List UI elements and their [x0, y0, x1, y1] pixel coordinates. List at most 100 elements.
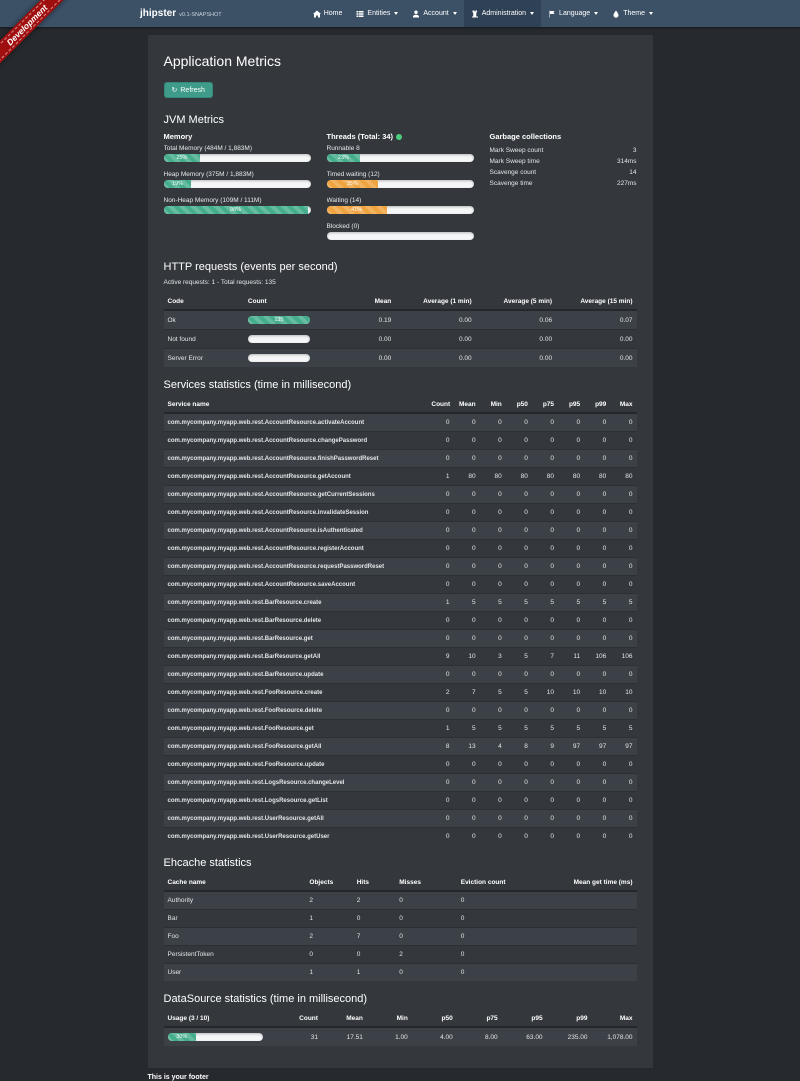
- service-mean: 0: [454, 486, 480, 504]
- service-p95: 80: [558, 468, 584, 486]
- service-p99: 0: [584, 702, 610, 720]
- brand-version: v0.1-SNAPSHOT: [179, 12, 221, 18]
- page-footer: This is your footer: [148, 1074, 653, 1081]
- http-code: Not found: [164, 330, 244, 349]
- service-p50: 5: [506, 594, 532, 612]
- progress-fill: 30%: [168, 1033, 197, 1041]
- jvm-metrics-heading: JVM Metrics: [164, 114, 637, 126]
- service-p99: 106: [584, 648, 610, 666]
- datasource-table-body: 30% 31 17.51 1.00 4.00 8.00 63.00 235.00…: [164, 1027, 637, 1046]
- service-min: 3: [480, 648, 506, 666]
- service-min: 5: [480, 720, 506, 738]
- table-row: com.mycompany.myapp.web.rest.FooResource…: [164, 702, 637, 720]
- service-mean: 0: [454, 810, 480, 828]
- gc-value: 14: [629, 169, 636, 176]
- service-p75: 5: [532, 720, 558, 738]
- service-p95: 0: [558, 504, 584, 522]
- service-name: com.mycompany.myapp.web.rest.UserResourc…: [164, 828, 428, 846]
- progress-value: 135: [274, 317, 283, 323]
- nav-item-administration[interactable]: Administration: [464, 0, 541, 27]
- service-count: 0: [427, 810, 453, 828]
- service-p75: 0: [532, 702, 558, 720]
- service-p99: 0: [584, 810, 610, 828]
- service-name: com.mycompany.myapp.web.rest.FooResource…: [164, 684, 428, 702]
- service-name: com.mycompany.myapp.web.rest.AccountReso…: [164, 576, 428, 594]
- service-p99: 10: [584, 684, 610, 702]
- cache-mean-get-time: [547, 910, 637, 928]
- page-title: Application Metrics: [164, 53, 637, 69]
- table-row: Not found 0.00 0.00 0.00 0.00: [164, 330, 637, 349]
- nav-menu: Home Entities Account Administration Lan…: [306, 0, 660, 27]
- metric-label: Waiting (14): [327, 197, 474, 204]
- metric-label: Runnable 8: [327, 145, 474, 152]
- service-p95: 10: [558, 684, 584, 702]
- service-count: 0: [427, 756, 453, 774]
- brand-link[interactable]: jhipster v0.1-SNAPSHOT: [140, 8, 222, 19]
- nav-item-entities[interactable]: Entities: [349, 0, 405, 27]
- service-mean: 0: [454, 828, 480, 846]
- table-row: User 1 1 0 0: [164, 964, 637, 982]
- service-max: 0: [610, 828, 636, 846]
- thread-dump-icon[interactable]: [396, 134, 402, 140]
- nav-item-account[interactable]: Account: [405, 0, 463, 27]
- ehcache-statistics-heading: Ehcache statistics: [164, 857, 637, 869]
- column-header-p99: p99: [547, 1011, 592, 1027]
- ehcache-table-body: Authority 2 2 0 0 Bar 1 0 0 0: [164, 891, 637, 981]
- service-count: 0: [427, 450, 453, 468]
- service-count: 1: [427, 468, 453, 486]
- column-header-p75: p75: [457, 1011, 502, 1027]
- service-p50: 0: [506, 486, 532, 504]
- service-min: 0: [480, 828, 506, 846]
- table-row: com.mycompany.myapp.web.rest.AccountReso…: [164, 540, 637, 558]
- progress-fill: 25%: [164, 154, 201, 162]
- column-header-mean: Mean: [329, 294, 395, 310]
- service-p99: 80: [584, 468, 610, 486]
- http-count-cell: [244, 330, 329, 349]
- http-count-cell: 135: [244, 310, 329, 330]
- service-min: 5: [480, 684, 506, 702]
- nav-item-theme[interactable]: Theme: [605, 0, 660, 27]
- service-p95: 0: [558, 413, 584, 432]
- http-mean: 0.00: [329, 330, 395, 349]
- service-name: com.mycompany.myapp.web.rest.BarResource…: [164, 594, 428, 612]
- memory-metric: Heap Memory (375M / 1,883M) 19%: [164, 171, 311, 188]
- progress-track: 35%: [327, 180, 474, 188]
- service-name: com.mycompany.myapp.web.rest.BarResource…: [164, 666, 428, 684]
- service-count: 0: [427, 522, 453, 540]
- service-p50: 0: [506, 413, 532, 432]
- table-row: com.mycompany.myapp.web.rest.FooResource…: [164, 720, 637, 738]
- chevron-down-icon: [594, 12, 598, 15]
- service-p75: 0: [532, 432, 558, 450]
- service-max: 0: [610, 576, 636, 594]
- http-avg15: 0.07: [556, 310, 636, 330]
- refresh-button[interactable]: ↻ Refresh: [164, 82, 213, 98]
- cache-evictions: 0: [457, 910, 547, 928]
- service-p50: 8: [506, 738, 532, 756]
- service-p95: 5: [558, 594, 584, 612]
- column-header-avg15: Average (15 min): [556, 294, 636, 310]
- nav-item-home[interactable]: Home: [306, 0, 350, 27]
- service-mean: 5: [454, 720, 480, 738]
- service-max: 0: [610, 810, 636, 828]
- service-p50: 0: [506, 540, 532, 558]
- service-max: 0: [610, 774, 636, 792]
- service-p75: 10: [532, 684, 558, 702]
- service-name: com.mycompany.myapp.web.rest.LogsResourc…: [164, 774, 428, 792]
- progress-track: 98%: [164, 206, 311, 214]
- service-p99: 0: [584, 432, 610, 450]
- progress-value: 19%: [172, 181, 183, 187]
- service-p50: 0: [506, 666, 532, 684]
- nav-item-language[interactable]: Language: [541, 0, 605, 27]
- service-max: 0: [610, 432, 636, 450]
- service-p95: 0: [558, 810, 584, 828]
- service-p50: 0: [506, 702, 532, 720]
- table-header-row: Code Count Mean Average (1 min) Average …: [164, 294, 637, 310]
- service-p50: 0: [506, 630, 532, 648]
- service-name: com.mycompany.myapp.web.rest.BarResource…: [164, 630, 428, 648]
- service-min: 0: [480, 432, 506, 450]
- service-p75: 0: [532, 522, 558, 540]
- datasource-mean: 17.51: [322, 1027, 367, 1046]
- service-min: 0: [480, 413, 506, 432]
- service-max: 106: [610, 648, 636, 666]
- cache-hits: 0: [353, 946, 396, 964]
